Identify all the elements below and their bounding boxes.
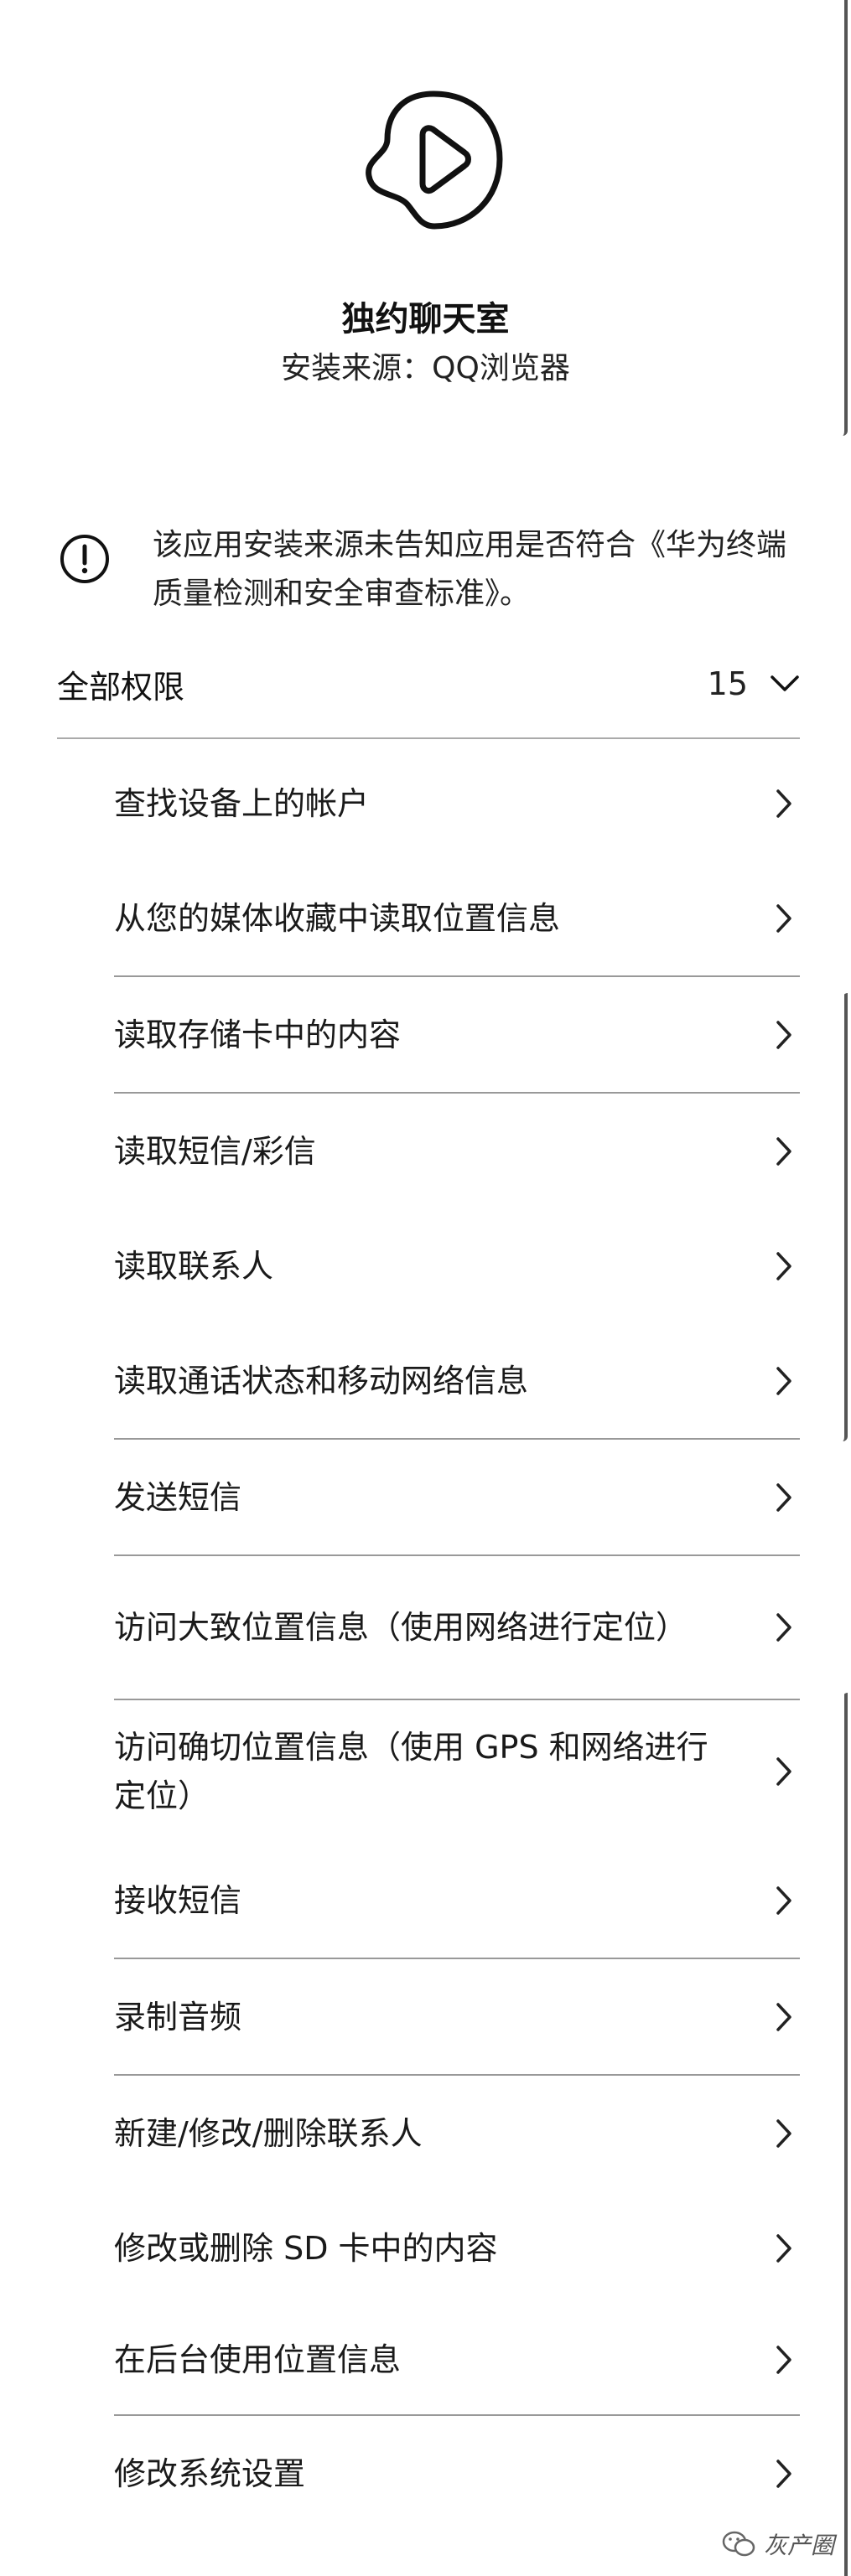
- permission-item-coarse-location[interactable]: 访问大致位置信息（使用网络进行定位）: [114, 1556, 800, 1699]
- permission-count-toggle[interactable]: 15: [708, 665, 800, 702]
- permission-item-read-sms[interactable]: 读取短信/彩信: [114, 1094, 800, 1208]
- permission-label: 从您的媒体收藏中读取位置信息: [114, 899, 561, 937]
- chevron-down-icon: [771, 675, 799, 691]
- chevron-right-icon: [776, 2118, 791, 2148]
- permission-label: 在后台使用位置信息: [114, 2341, 402, 2378]
- exclamation-circle-icon: [60, 535, 109, 583]
- permission-label: 读取存储卡中的内容: [114, 1016, 402, 1053]
- permission-item-send-sms[interactable]: 发送短信: [114, 1440, 800, 1554]
- permission-label: 访问大致位置信息（使用网络进行定位）: [114, 1609, 688, 1646]
- scrollbar-middle[interactable]: [843, 993, 848, 1441]
- permission-label: 访问确切位置信息（使用 GPS 和网络进行定位）: [114, 1729, 708, 1814]
- play-blob-icon: [366, 91, 503, 230]
- app-name: 独约聊天室: [341, 300, 510, 339]
- chevron-right-icon: [776, 2346, 791, 2374]
- permission-label: 录制音频: [114, 1998, 242, 2035]
- permission-item-read-storage[interactable]: 读取存储卡中的内容: [114, 977, 800, 1092]
- scrollbar-bottom[interactable]: [843, 1693, 848, 2576]
- wechat-icon: [722, 2531, 755, 2557]
- all-permissions-header[interactable]: 全部权限 15: [57, 654, 800, 714]
- watermark: 灰产圈: [722, 2527, 834, 2561]
- permission-item-write-storage[interactable]: 修改或删除 SD 卡中的内容: [114, 2191, 800, 2305]
- permission-item-read-contacts[interactable]: 读取联系人: [114, 1208, 800, 1323]
- watermark-text: 灰产圈: [763, 2532, 834, 2559]
- permission-label: 修改系统设置: [114, 2454, 306, 2492]
- permission-label: 新建/修改/删除联系人: [114, 2114, 423, 2152]
- chevron-right-icon: [776, 2459, 791, 2488]
- permission-label: 读取通话状态和移动网络信息: [114, 1362, 529, 1399]
- chevron-right-icon: [776, 1251, 791, 1280]
- chevron-right-icon: [776, 1136, 791, 1166]
- all-permissions-title: 全部权限: [57, 668, 185, 706]
- permission-label: 发送短信: [114, 1478, 242, 1516]
- chevron-right-icon: [776, 1366, 791, 1395]
- install-source: 安装来源：QQ浏览器: [281, 351, 570, 385]
- chevron-right-icon: [776, 2002, 791, 2031]
- permission-label: 接收短信: [114, 1881, 242, 1919]
- permission-label: 读取短信/彩信: [114, 1132, 316, 1170]
- permission-item-find-accounts[interactable]: 查找设备上的帐户: [114, 746, 800, 861]
- permission-count: 15: [707, 665, 748, 702]
- warning-text: 该应用安装来源未告知应用是否符合《华为终端质量检测和安全审查标准》。: [153, 528, 787, 611]
- permission-item-receive-sms[interactable]: 接收短信: [114, 1843, 800, 1958]
- warning-banner: 该应用安装来源未告知应用是否符合《华为终端质量检测和安全审查标准》。: [59, 521, 813, 618]
- header-divider: [57, 737, 800, 739]
- chevron-right-icon: [776, 1020, 791, 1049]
- permission-item-record-audio[interactable]: 录制音频: [114, 1959, 800, 2074]
- permission-item-phone-state[interactable]: 读取通话状态和移动网络信息: [114, 1323, 800, 1438]
- permission-label: 读取联系人: [114, 1247, 274, 1285]
- chevron-right-icon: [776, 2233, 791, 2263]
- permission-item-write-contacts[interactable]: 新建/修改/删除联系人: [114, 2076, 800, 2191]
- permission-label: 修改或删除 SD 卡中的内容: [114, 2229, 498, 2267]
- chevron-right-icon: [776, 1757, 791, 1786]
- permission-label: 查找设备上的帐户: [114, 784, 370, 822]
- permission-item-fine-location[interactable]: 访问确切位置信息（使用 GPS 和网络进行定位）: [114, 1700, 800, 1843]
- chevron-right-icon: [776, 1482, 791, 1512]
- chevron-right-icon: [776, 1613, 791, 1642]
- chevron-right-icon: [776, 1885, 791, 1915]
- chevron-right-icon: [776, 903, 791, 933]
- permission-item-background-location[interactable]: 在后台使用位置信息: [114, 2305, 800, 2414]
- chevron-right-icon: [776, 789, 791, 818]
- permission-list: 查找设备上的帐户 从您的媒体收藏中读取位置信息 读取存储卡中的内容 读取短信/彩…: [114, 746, 800, 2531]
- permission-item-write-settings[interactable]: 修改系统设置: [114, 2416, 800, 2531]
- permission-item-media-location[interactable]: 从您的媒体收藏中读取位置信息: [114, 861, 800, 975]
